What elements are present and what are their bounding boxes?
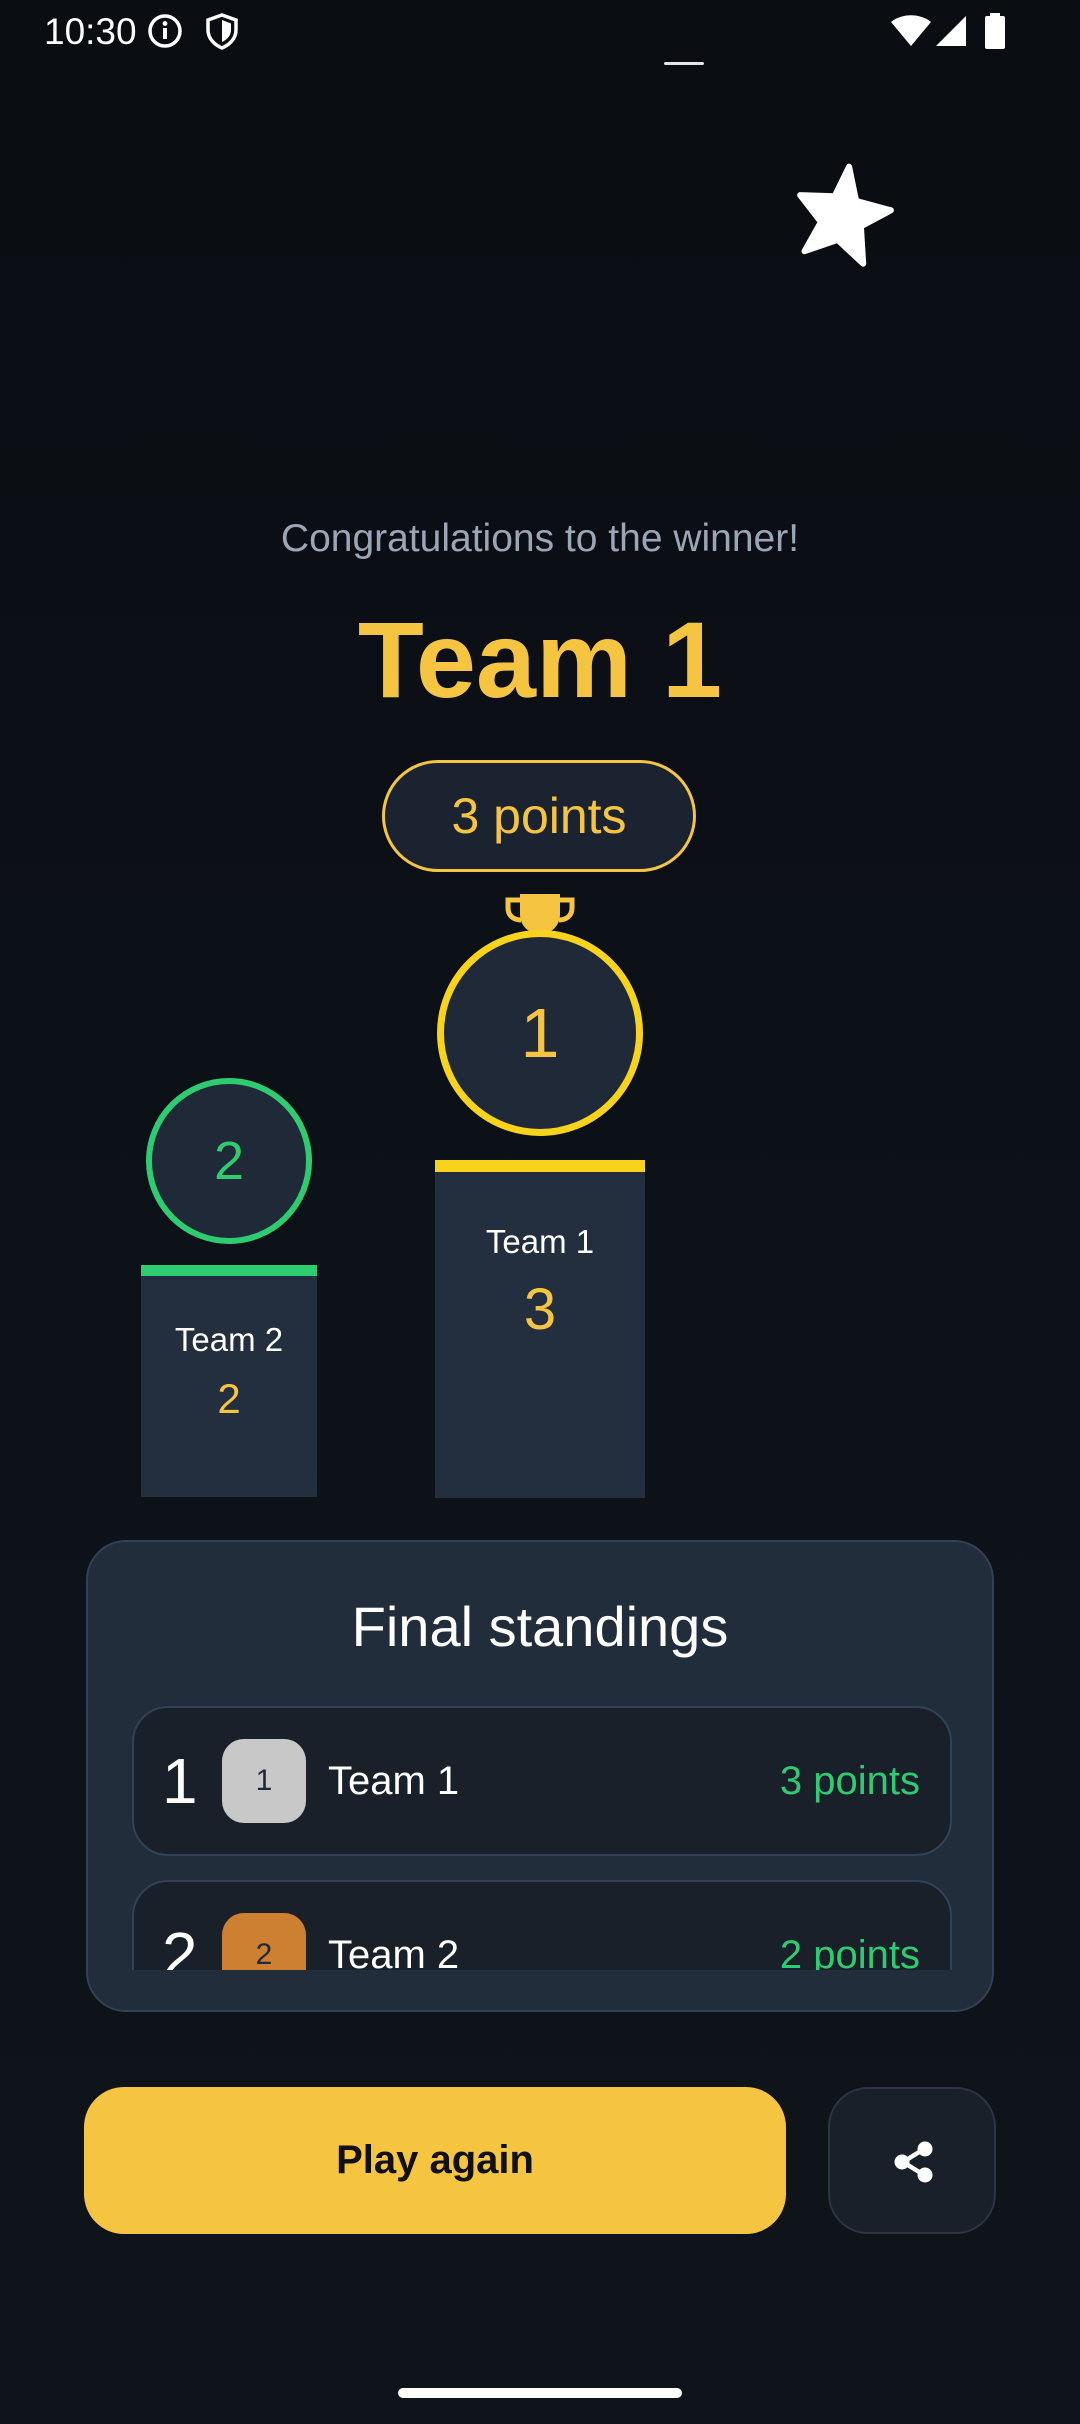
share-button[interactable] [828, 2087, 996, 2234]
row-team-name: Team 2 [328, 1933, 460, 1970]
winner-points-badge: 3 points [382, 760, 696, 872]
signal-icon [934, 14, 968, 53]
second-place-podium: Team 2 2 [141, 1265, 317, 1497]
row-points: 3 points [779, 1759, 920, 1803]
info-icon [146, 12, 184, 55]
star-icon [797, 163, 894, 267]
share-icon [894, 2141, 933, 2183]
first-place-medal: 1 [437, 930, 643, 1136]
team-avatar: 2 [222, 1913, 306, 1970]
podium-team-score: 3 [523, 1277, 557, 1342]
wifi-icon [890, 14, 932, 53]
standings-row: 2 2 Team 2 2 points [132, 1880, 952, 1970]
status-time: 10:30 [44, 11, 137, 52]
congrats-text: Congratulations to the winner! [280, 517, 800, 560]
row-rank: 1 [162, 1745, 198, 1817]
team-avatar: 1 [222, 1739, 306, 1823]
row-team-name: Team 1 [328, 1759, 460, 1803]
standings-row: 1 1 Team 1 3 points [132, 1706, 952, 1856]
second-place-medal: 2 [146, 1078, 312, 1244]
first-place-podium: Team 1 3 [435, 1160, 645, 1498]
winner-name: Team 1 [357, 599, 723, 720]
play-again-button[interactable]: Play again [84, 2087, 786, 2234]
standings-list[interactable]: 1 1 Team 1 3 points 2 2 Team 2 2 points [132, 1706, 952, 1970]
status-bar: 10:30 [0, 0, 1080, 64]
podium-team-score: 2 [217, 1375, 241, 1422]
standings-title: Final standings [351, 1595, 729, 1658]
battery-icon [984, 13, 1006, 54]
row-rank: 2 [162, 1919, 198, 1970]
results-screen: 10:30 Congratulations to the winner! Tea… [0, 0, 1080, 2424]
final-standings-card[interactable]: Final standings 1 1 Team 1 3 points 2 2 … [86, 1540, 994, 2012]
row-points: 2 points [779, 1933, 920, 1970]
home-indicator[interactable] [398, 2388, 682, 2398]
podium-team-name: Team 2 [174, 1321, 284, 1358]
confetti-piece [664, 62, 704, 65]
shield-icon [204, 12, 240, 55]
podium-team-name: Team 1 [485, 1223, 595, 1260]
